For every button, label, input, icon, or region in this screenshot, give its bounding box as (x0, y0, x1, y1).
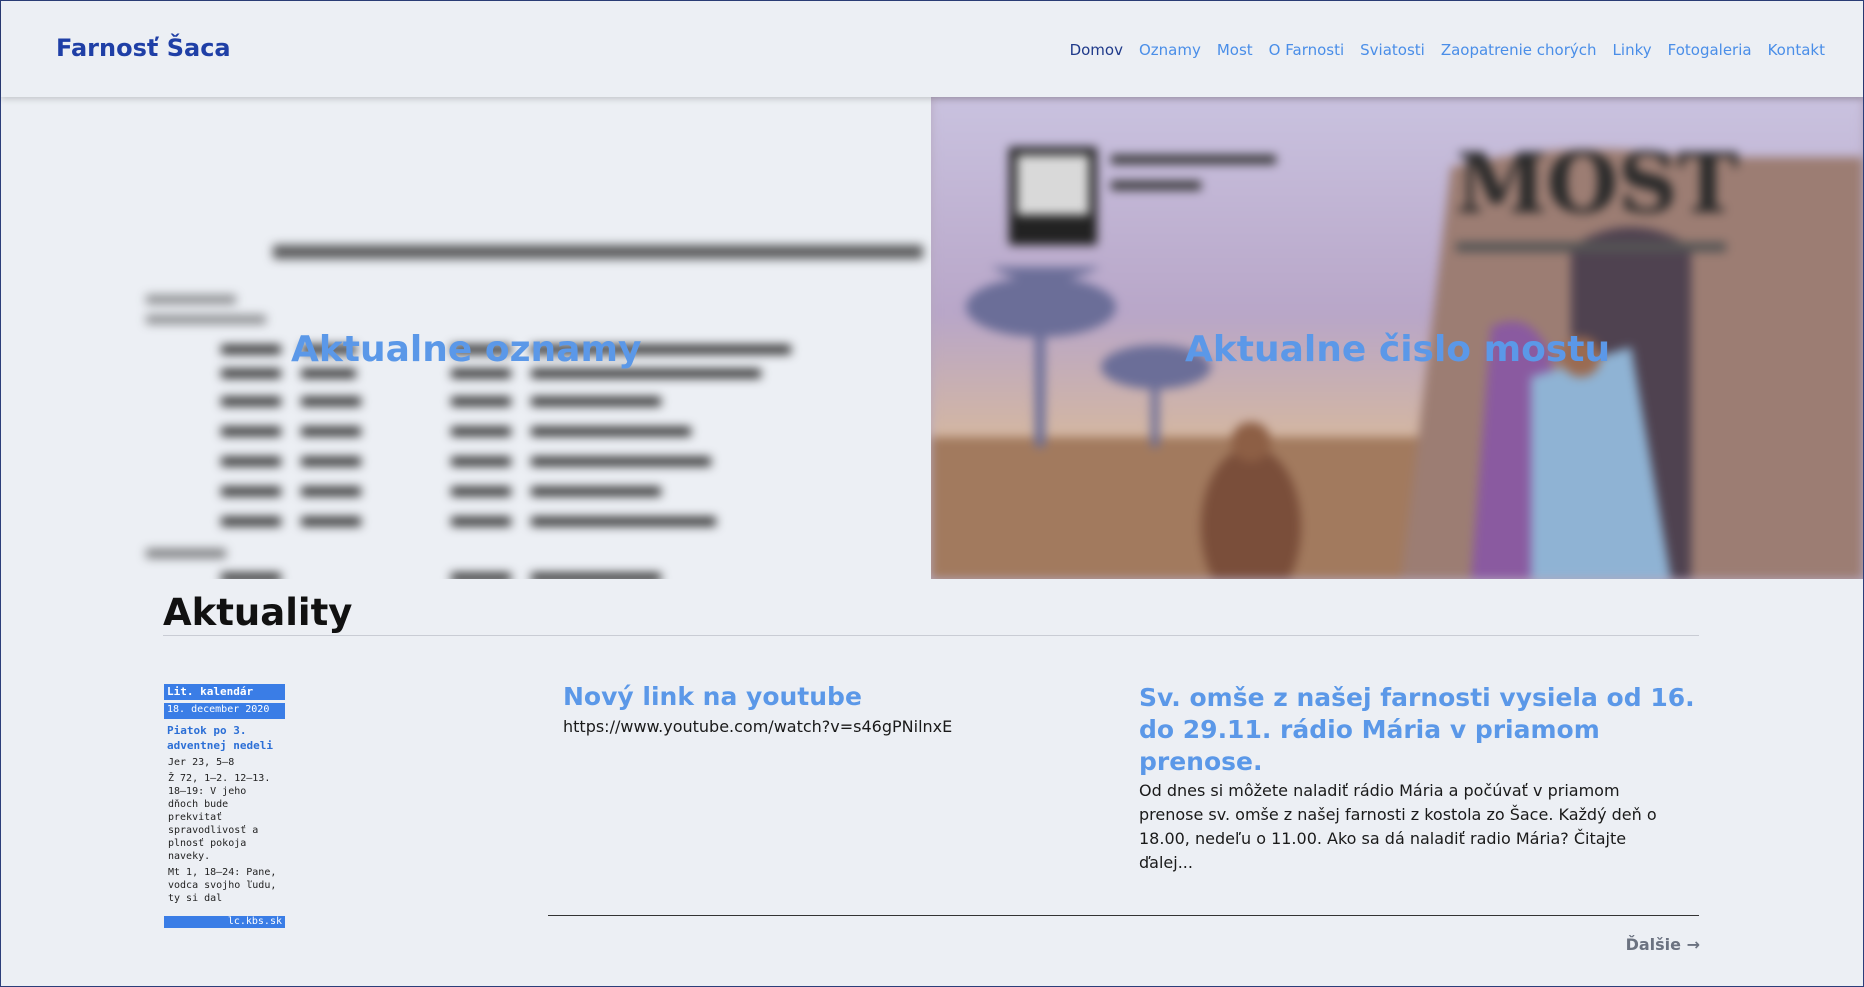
section-divider (163, 635, 1699, 636)
nav-zaopatrenie-chorych[interactable]: Zaopatrenie chorých (1441, 41, 1597, 59)
nav-oznamy[interactable]: Oznamy (1139, 41, 1201, 59)
nav-kontakt[interactable]: Kontakt (1768, 41, 1825, 59)
calendar-gospel: Mt 1, 18–24: Pane, vodca svojho ľudu, ty… (168, 867, 277, 904)
news-title-youtube[interactable]: Nový link na youtube (563, 682, 862, 711)
nav-linky[interactable]: Linky (1613, 41, 1652, 59)
calendar-source-link[interactable]: lc.kbs.sk (164, 916, 285, 928)
nav-most[interactable]: Most (1217, 41, 1253, 59)
svg-text:MOST: MOST (1456, 136, 1738, 232)
section-heading: Aktuality (163, 591, 353, 634)
nav-sviatosti[interactable]: Sviatosti (1360, 41, 1425, 59)
announcements-panel[interactable]: Aktualne oznamy (1, 97, 931, 579)
news-body-youtube: https://www.youtube.com/watch?v=s46gPNil… (563, 717, 953, 736)
calendar-reading: Jer 23, 5–8 (168, 757, 235, 768)
news-body-radio-maria: Od dnes si môžete naladiť rádio Mária a … (1139, 781, 1657, 872)
site-header: Farnosť Šaca Domov Oznamy Most O Farnost… (1, 1, 1863, 97)
announcements-title[interactable]: Aktualne oznamy (291, 329, 641, 370)
magazine-title[interactable]: Aktualne čislo mostu (1185, 329, 1610, 370)
hero-section: Aktualne oznamy MOST Aktualne čislo most… (1, 97, 1863, 579)
liturgical-calendar-widget: Lit. kalendár 18. december 2020 Piatok p… (164, 684, 285, 928)
nav-o-farnosti[interactable]: O Farnosti (1269, 41, 1344, 59)
calendar-day-title[interactable]: Piatok po 3. adventnej nedeli (164, 719, 285, 753)
news-divider (548, 915, 1699, 916)
magazine-panel[interactable]: MOST Aktualne čislo mostu (931, 97, 1863, 579)
calendar-date: 18. december 2020 (164, 703, 285, 719)
main-nav: Domov Oznamy Most O Farnosti Sviatosti Z… (1070, 41, 1825, 59)
nav-fotogaleria[interactable]: Fotogaleria (1668, 41, 1752, 59)
calendar-header: Lit. kalendár (164, 684, 285, 700)
nav-domov[interactable]: Domov (1070, 41, 1123, 59)
news-title-radio-maria[interactable]: Sv. omše z našej farnosti vysiela od 16.… (1139, 682, 1699, 778)
more-news-link[interactable]: Ďalšie → (1626, 935, 1700, 954)
calendar-psalm: Ž 72, 1–2. 12–13. 18–19: V jeho dňoch bu… (168, 773, 271, 862)
site-brand[interactable]: Farnosť Šaca (56, 34, 231, 62)
